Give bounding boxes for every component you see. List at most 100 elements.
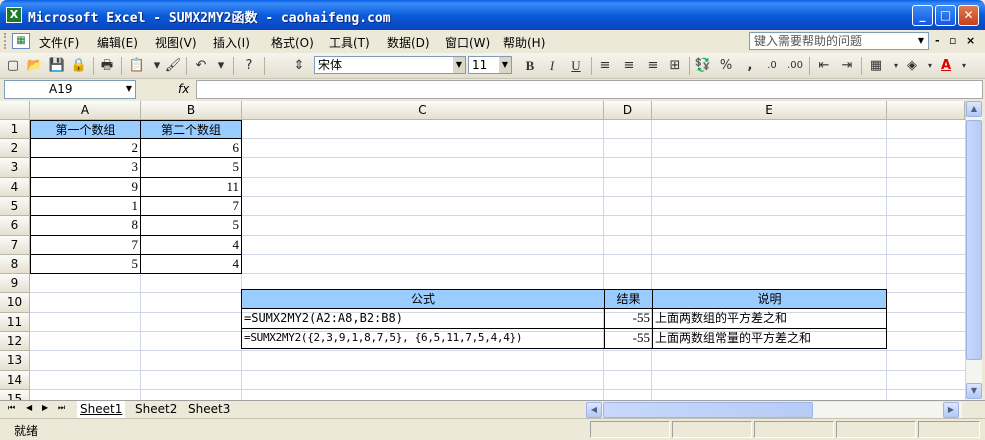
percent-button[interactable]: % (717, 57, 735, 75)
last-sheet-icon[interactable]: ⏭ (58, 403, 65, 413)
row-header[interactable]: 1 (0, 120, 30, 139)
increase-decimal-icon[interactable]: .0 (763, 57, 781, 75)
cell-e10[interactable]: 说明 (652, 289, 887, 309)
sheet-tab-3[interactable]: Sheet3 (185, 401, 233, 418)
scroll-up-icon[interactable]: ▲ (966, 101, 982, 117)
currency-icon[interactable]: 💱 (694, 57, 712, 75)
cell-b3[interactable]: 5 (140, 157, 242, 178)
italic-button[interactable]: I (543, 57, 561, 75)
fill-color-icon[interactable]: ◈ (903, 57, 921, 75)
cell-a6[interactable]: 8 (30, 215, 141, 236)
cell-a4[interactable]: 9 (30, 177, 141, 197)
column-header-f[interactable] (887, 101, 965, 120)
new-icon[interactable]: ▢ (4, 57, 22, 75)
align-right-icon[interactable]: ≡ (644, 57, 662, 75)
cell-b6[interactable]: 5 (140, 215, 242, 236)
increase-indent-icon[interactable]: ⇥ (838, 57, 856, 75)
first-sheet-icon[interactable]: ⏮ (8, 403, 15, 413)
next-sheet-icon[interactable]: ▶ (42, 403, 48, 412)
cell-a1[interactable]: 第一个数组 (30, 120, 141, 139)
cell-a7[interactable]: 7 (30, 235, 141, 255)
row-header[interactable]: 7 (0, 236, 30, 255)
cell-b1[interactable]: 第二个数组 (140, 120, 242, 139)
excel-icon[interactable]: X (6, 7, 22, 23)
column-header-b[interactable]: B (141, 101, 242, 120)
decrease-indent-icon[interactable]: ⇤ (815, 57, 833, 75)
minimize-button[interactable]: _ (912, 5, 933, 26)
row-header[interactable]: 3 (0, 158, 30, 178)
scroll-down-icon[interactable]: ▼ (966, 383, 982, 399)
cell-b4[interactable]: 11 (140, 177, 242, 197)
cell-d11[interactable]: -55 (604, 308, 653, 329)
select-all-button[interactable] (0, 101, 30, 120)
cell-a8[interactable]: 5 (30, 254, 141, 274)
permission-icon[interactable]: 🔒 (70, 57, 88, 75)
font-color-icon[interactable]: A (937, 57, 955, 75)
merge-center-icon[interactable]: ⊞ (666, 57, 684, 75)
menu-grip[interactable] (4, 33, 7, 49)
prev-sheet-icon[interactable]: ◀ (26, 403, 32, 412)
save-icon[interactable]: 💾 (48, 57, 66, 75)
menu-insert[interactable]: 插入(I) (213, 34, 250, 51)
align-center-icon[interactable]: ≡ (620, 57, 638, 75)
menu-tools[interactable]: 工具(T) (329, 34, 370, 51)
comma-button[interactable]: , (741, 57, 759, 75)
undo-icon[interactable]: ↶ (192, 57, 210, 75)
menu-format[interactable]: 格式(O) (271, 34, 314, 51)
workbook-icon[interactable]: ▦ (12, 33, 30, 49)
cell-a3[interactable]: 3 (30, 157, 141, 178)
cell-d12[interactable]: -55 (604, 328, 653, 349)
vertical-scrollbar[interactable]: ▲ ▼ (965, 101, 982, 400)
format-painter-icon[interactable]: 🖌 (164, 57, 182, 75)
cell-c10[interactable]: 公式 (241, 289, 605, 309)
sheet-tab-1[interactable]: Sheet1 (77, 401, 126, 418)
borders-icon[interactable]: ▦ (867, 57, 885, 75)
menu-edit[interactable]: 编辑(E) (97, 34, 138, 51)
row-header[interactable]: 13 (0, 351, 30, 371)
underline-button[interactable]: U (567, 57, 585, 75)
cell-b7[interactable]: 4 (140, 235, 242, 255)
name-box[interactable]: A19 ▼ (4, 80, 136, 99)
cell-b5[interactable]: 7 (140, 196, 242, 216)
cell-a2[interactable]: 2 (30, 138, 141, 158)
mdi-restore-button[interactable]: ▫ (949, 34, 956, 47)
row-header[interactable]: 6 (0, 216, 30, 236)
insert-function-button[interactable]: fx (178, 82, 189, 96)
formula-input[interactable] (196, 80, 983, 99)
font-name-select[interactable]: 宋体 ▼ (314, 56, 466, 74)
decrease-decimal-icon[interactable]: .00 (786, 57, 804, 75)
row-header[interactable]: 5 (0, 197, 30, 216)
toolbar-options-icon[interactable]: ⇕ (290, 57, 308, 75)
chevron-down-icon[interactable]: ▼ (915, 34, 927, 48)
chevron-down-icon[interactable]: ▼ (123, 81, 135, 97)
menu-file[interactable]: 文件(F) (39, 34, 79, 51)
menu-help[interactable]: 帮助(H) (503, 34, 545, 51)
row-header[interactable]: 8 (0, 255, 30, 274)
paste-icon[interactable]: 📋 (128, 57, 146, 75)
maximize-button[interactable]: □ (935, 5, 956, 26)
horizontal-scroll-thumb[interactable] (603, 402, 813, 418)
font-size-select[interactable]: 11 ▼ (468, 56, 512, 74)
scroll-right-icon[interactable]: ▶ (943, 402, 959, 418)
row-header[interactable]: 10 (0, 293, 30, 313)
undo-dropdown-icon[interactable]: ▾ (212, 57, 230, 75)
cell-e12[interactable]: 上面两数组常量的平方差之和 (652, 328, 887, 349)
row-header[interactable]: 4 (0, 178, 30, 197)
menu-window[interactable]: 窗口(W) (445, 34, 490, 51)
bold-button[interactable]: B (521, 57, 539, 75)
row-header[interactable]: 15 (0, 390, 30, 400)
cell-c12[interactable]: =SUMX2MY2({2,3,9,1,8,7,5}, {6,5,11,7,5,4… (241, 328, 605, 349)
chevron-down-icon[interactable]: ▼ (499, 57, 511, 73)
menu-view[interactable]: 视图(V) (155, 34, 197, 51)
cell-e11[interactable]: 上面两数组的平方差之和 (652, 308, 887, 329)
sheet-tab-2[interactable]: Sheet2 (132, 401, 180, 418)
cell-c11[interactable]: =SUMX2MY2(A2:A8,B2:B8) (241, 308, 605, 329)
row-header[interactable]: 2 (0, 139, 30, 158)
cell-b8[interactable]: 4 (140, 254, 242, 274)
row-header[interactable]: 12 (0, 332, 30, 351)
scroll-left-icon[interactable]: ◀ (586, 402, 602, 418)
open-icon[interactable]: 📂 (26, 57, 44, 75)
cell-d10[interactable]: 结果 (604, 289, 653, 309)
help-search-input[interactable]: 键入需要帮助的问题 ▼ (749, 32, 929, 50)
help-icon[interactable]: ? (240, 57, 258, 75)
